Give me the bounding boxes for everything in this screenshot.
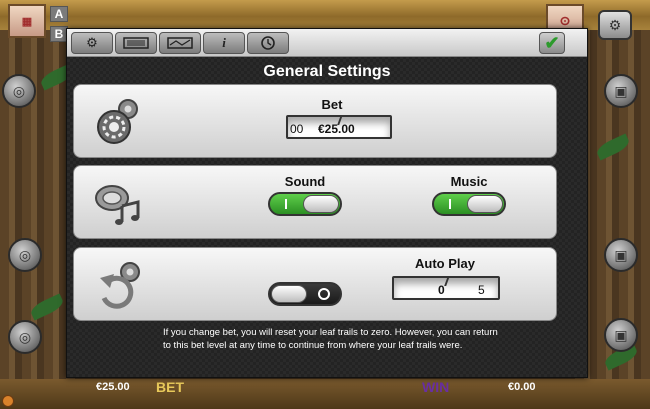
leaf-trail-button-left-2[interactable]: ◎	[8, 238, 42, 272]
leaf-trail-tile-left: ▦	[8, 4, 46, 38]
autoplay-spinner[interactable]: 0 5	[392, 276, 500, 300]
tab-lines[interactable]	[159, 32, 201, 54]
sound-label: Sound	[284, 174, 326, 189]
settings-tab-bar: ⚙ i ✔	[67, 29, 587, 57]
off-indicator	[318, 288, 330, 300]
tab-history[interactable]	[247, 32, 289, 54]
bet-amount-display: €25.00	[96, 381, 130, 393]
bet-spinner[interactable]: 00 €25.00	[286, 115, 392, 139]
paytable-icon	[123, 37, 149, 49]
bet-label: BET	[156, 379, 184, 395]
win-label: WIN	[422, 379, 450, 395]
bet-settings-card: Bet 00 €25.00	[73, 84, 557, 158]
bottom-bar: €25.00 BET WIN €0.00	[96, 379, 584, 397]
history-icon	[261, 36, 275, 50]
bet-prev-value: 00	[290, 122, 304, 136]
speaker-music-icon	[95, 185, 140, 225]
toggle-knob	[271, 285, 307, 303]
info-icon: i	[222, 35, 226, 50]
sound-toggle[interactable]	[268, 192, 342, 216]
confirm-close-button[interactable]: ✔	[539, 32, 565, 54]
toggle-knob	[467, 195, 503, 213]
autoplay-label: Auto Play	[415, 256, 475, 271]
toggle-knob	[303, 195, 339, 213]
treasure-chest-button-3[interactable]: ▣	[604, 318, 638, 352]
treasure-chest-button-2[interactable]: ▣	[604, 238, 638, 272]
tab-paytable[interactable]	[115, 32, 157, 54]
tab-general-settings[interactable]: ⚙	[71, 32, 113, 54]
bet-label: Bet	[321, 97, 343, 112]
music-toggle[interactable]	[432, 192, 506, 216]
coin-gear-icon	[97, 99, 138, 144]
settings-title: General Settings	[263, 63, 391, 80]
autoplay-value: 0	[438, 283, 445, 297]
leaf-trail-button-left-1[interactable]: ◎	[2, 74, 36, 108]
gear-icon: ⚙	[86, 35, 98, 50]
leaf-trail-button-left-3[interactable]: ◎	[8, 320, 42, 354]
autoplay-settings-card: Auto Play 0 5	[73, 247, 557, 321]
on-indicator	[285, 199, 287, 209]
autoplay-gear-icon	[100, 262, 140, 309]
bet-value: €25.00	[318, 122, 355, 136]
audio-settings-card: Sound Music	[73, 165, 557, 239]
settings-panel: ⚙ i ✔ General Settings Bet 00 €25.00 Sou…	[66, 28, 588, 378]
tab-info[interactable]: i	[203, 32, 245, 54]
autoplay-next-value: 5	[478, 283, 485, 297]
settings-gear-button[interactable]: ⚙	[598, 10, 632, 40]
autoplay-toggle[interactable]	[268, 282, 342, 306]
lines-icon	[167, 37, 193, 49]
spinner-icon	[2, 395, 14, 407]
win-amount-display: €0.00	[508, 381, 536, 393]
bet-option-a[interactable]: A	[50, 6, 68, 22]
music-label: Music	[450, 174, 488, 189]
treasure-chest-button-1[interactable]: ▣	[604, 74, 638, 108]
bet-change-note: If you change bet, you will reset your l…	[163, 327, 498, 351]
checkmark-icon: ✔	[544, 32, 560, 53]
on-indicator	[449, 199, 451, 209]
